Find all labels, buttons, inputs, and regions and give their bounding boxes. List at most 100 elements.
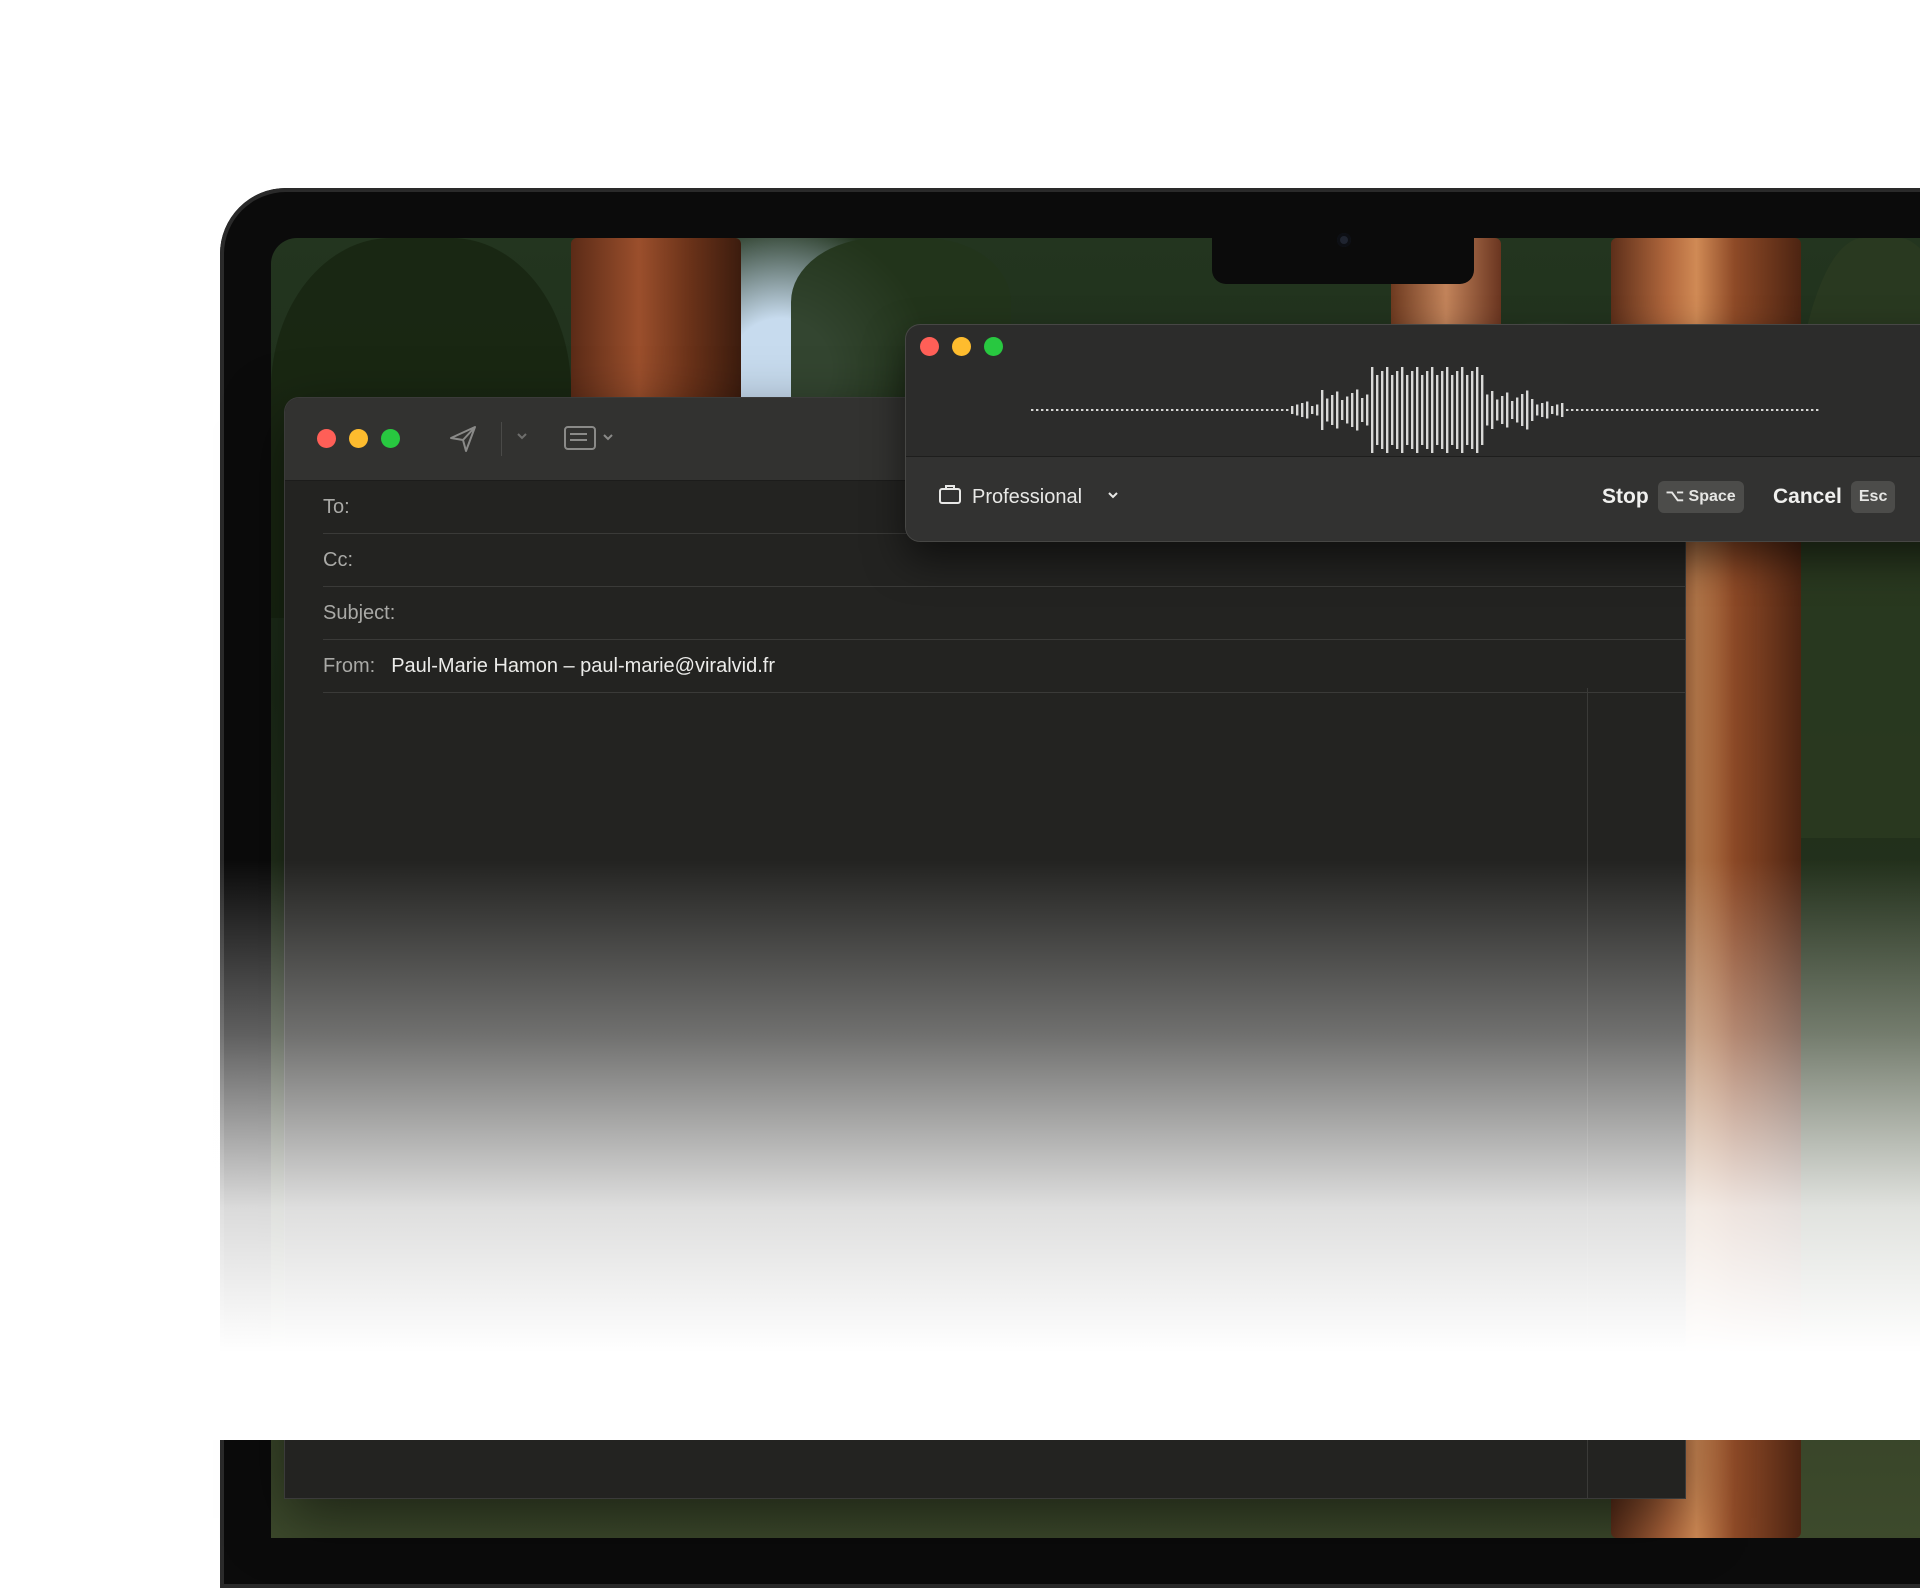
waveform-bar: [1076, 409, 1079, 411]
waveform-bar: [1476, 367, 1479, 453]
waveform-bar: [1311, 406, 1314, 414]
waveform-bar: [1591, 409, 1594, 411]
waveform-bar: [1741, 409, 1744, 411]
waveform-bar: [1811, 409, 1814, 411]
waveform-bar: [1491, 391, 1494, 429]
waveform-bar: [1791, 409, 1794, 411]
header-fields-chevron-icon[interactable]: [601, 430, 615, 449]
waveform-bar: [1546, 401, 1549, 419]
waveform-bar: [1496, 399, 1499, 421]
waveform-bar: [1186, 409, 1189, 411]
header-fields-icon[interactable]: [563, 424, 597, 457]
waveform-bar: [1121, 409, 1124, 411]
waveform-bar: [1586, 409, 1589, 411]
close-button[interactable]: [317, 429, 336, 448]
waveform-bar: [1801, 409, 1804, 411]
waveform-bar: [1551, 406, 1554, 414]
from-field[interactable]: From: Paul-Marie Hamon – paul-marie@vira…: [323, 640, 1685, 693]
waveform-bar: [1501, 396, 1504, 424]
waveform-bar: [1276, 409, 1279, 411]
waveform-bar: [1406, 375, 1409, 445]
minimize-button[interactable]: [349, 429, 368, 448]
waveform-bar: [1196, 409, 1199, 411]
waveform-bar: [1676, 409, 1679, 411]
waveform-bar: [1536, 404, 1539, 416]
waveform-bar: [1446, 367, 1449, 453]
waveform-bar: [1336, 391, 1339, 429]
stop-shortcut: ⌥ Space: [1657, 481, 1744, 513]
waveform-bar: [1771, 409, 1774, 411]
waveform-bar: [1071, 409, 1074, 411]
waveform-bar: [1411, 371, 1414, 449]
waveform-bar: [1631, 409, 1634, 411]
waveform-bar: [1416, 367, 1419, 453]
waveform-bar: [1776, 409, 1779, 411]
chevron-down-icon: [1106, 488, 1120, 507]
waveform-bar: [1666, 409, 1669, 411]
waveform-bar: [1096, 409, 1099, 411]
dictation-close-button[interactable]: [920, 337, 939, 356]
waveform-bar: [1561, 403, 1564, 417]
waveform-bar: [1046, 409, 1049, 411]
waveform-bar: [1481, 375, 1484, 445]
waveform-bar: [1291, 406, 1294, 414]
waveform-bar: [1736, 409, 1739, 411]
waveform-bar: [1181, 409, 1184, 411]
waveform-bar: [1041, 409, 1044, 411]
waveform-bar: [1711, 409, 1714, 411]
waveform-bar: [1366, 394, 1369, 426]
waveform-bar: [1191, 409, 1194, 411]
waveform-bar: [1426, 371, 1429, 449]
waveform-bar: [1166, 409, 1169, 411]
to-label: To:: [323, 495, 350, 518]
waveform-bar: [1506, 392, 1509, 428]
waveform-bar: [1531, 399, 1534, 421]
style-select[interactable]: Professional: [938, 483, 1120, 511]
waveform-bar: [1761, 409, 1764, 411]
waveform-bar: [1301, 403, 1304, 417]
waveform-bar: [1786, 409, 1789, 411]
waveform-bar: [1696, 409, 1699, 411]
waveform-bar: [1241, 409, 1244, 411]
waveform-bar: [1441, 371, 1444, 449]
waveform-bar: [1466, 375, 1469, 445]
waveform-bar: [1346, 396, 1349, 424]
waveform-bar: [1206, 409, 1209, 411]
waveform-bar: [1706, 409, 1709, 411]
stop-label: Stop: [1602, 485, 1649, 508]
waveform-bar: [1766, 409, 1769, 411]
dictation-zoom-button[interactable]: [984, 337, 1003, 356]
dictation-minimize-button[interactable]: [952, 337, 971, 356]
waveform-bar: [1321, 390, 1324, 430]
from-value[interactable]: Paul-Marie Hamon – paul-marie@viralvid.f…: [391, 655, 775, 678]
waveform-bar: [1226, 409, 1229, 411]
waveform-bar: [1701, 409, 1704, 411]
waveform-bar: [1101, 409, 1104, 411]
waveform-bar: [1326, 398, 1329, 422]
waveform-bar: [1526, 390, 1529, 430]
cancel-button[interactable]: Cancel Esc: [1773, 481, 1896, 513]
waveform-bar: [1376, 375, 1379, 445]
cancel-label: Cancel: [1773, 485, 1842, 508]
waveform-bar: [1361, 398, 1364, 422]
waveform-bar: [1746, 409, 1749, 411]
stop-button[interactable]: Stop ⌥ Space: [1602, 481, 1744, 513]
waveform-bar: [1236, 409, 1239, 411]
cc-field[interactable]: Cc:: [323, 534, 1685, 587]
zoom-button[interactable]: [381, 429, 400, 448]
send-options-chevron-icon[interactable]: [515, 429, 529, 448]
waveform-bar: [1511, 401, 1514, 419]
send-icon[interactable]: [447, 423, 479, 460]
waveform-bar: [1571, 409, 1574, 411]
dictation-bottom: Professional Stop ⌥ Space Cancel Esc: [906, 457, 1920, 541]
waveform-bar: [1131, 409, 1134, 411]
waveform-bar: [1066, 409, 1069, 411]
waveform-bar: [1061, 409, 1064, 411]
waveform-bar: [1281, 409, 1284, 411]
waveform-bar: [1456, 371, 1459, 449]
waveform-bar: [1556, 404, 1559, 416]
waveform-bar: [1146, 409, 1149, 411]
subject-field[interactable]: Subject:: [323, 587, 1685, 640]
waveform-bar: [1151, 409, 1154, 411]
waveform-bar: [1671, 409, 1674, 411]
